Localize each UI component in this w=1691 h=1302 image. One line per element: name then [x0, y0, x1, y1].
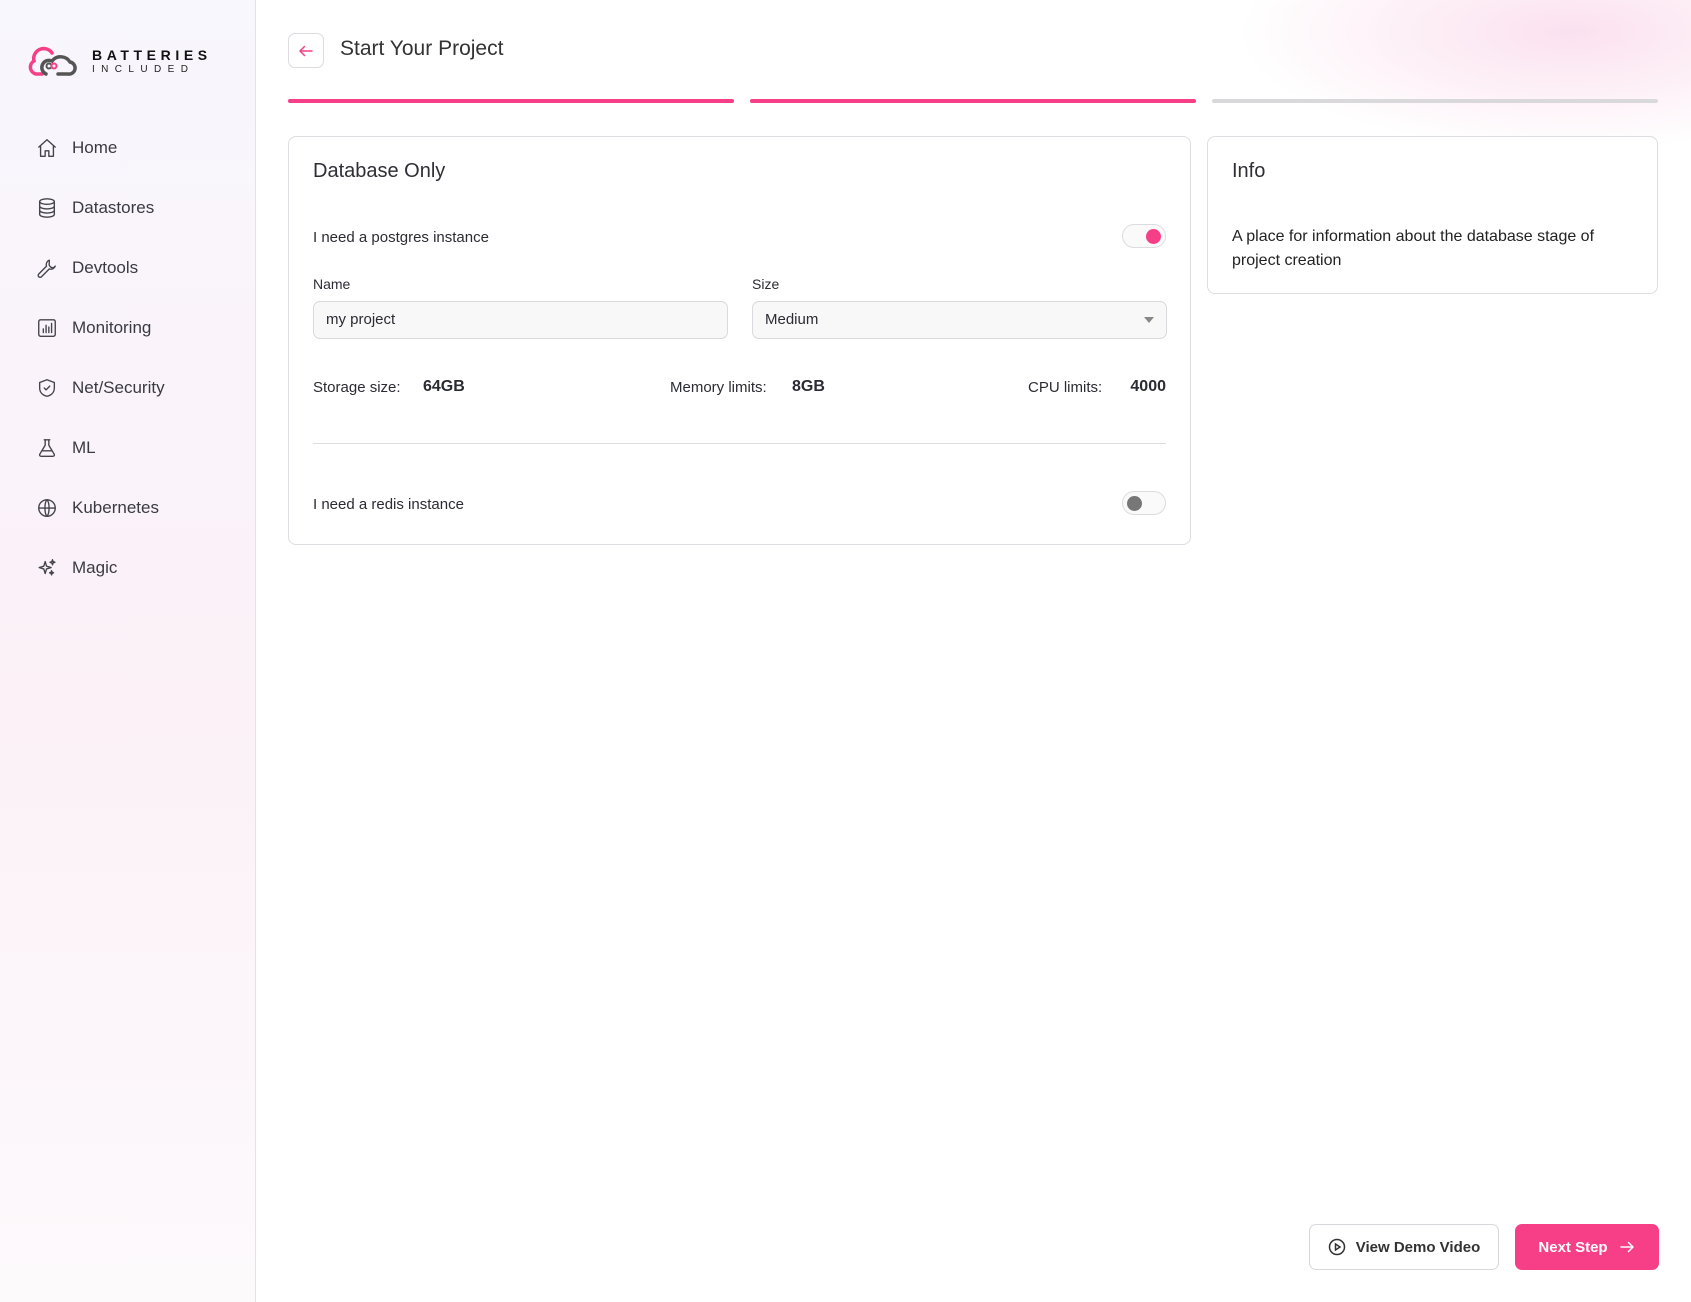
sidebar-item-label: Monitoring	[72, 318, 152, 337]
progress-step-1	[288, 99, 734, 103]
sidebar-item-label: Magic	[72, 558, 118, 577]
sidebar-item-magic[interactable]: Magic	[36, 538, 165, 598]
storage-label: Storage size:	[313, 379, 401, 396]
sidebar-item-devtools[interactable]: Devtools	[36, 238, 165, 298]
wrench-icon	[37, 259, 56, 278]
progress-step-2	[750, 99, 1196, 103]
arrow-left-icon	[298, 45, 313, 56]
sidebar-item-net-security[interactable]: Net/Security	[36, 358, 165, 418]
sidebar-nav: Home Datastores Devtools Monitoring Net/…	[36, 118, 165, 598]
progress-step-3	[1212, 99, 1658, 103]
sidebar-item-datastores[interactable]: Datastores	[36, 178, 165, 238]
home-icon	[38, 139, 56, 157]
postgres-toggle[interactable]	[1122, 224, 1166, 248]
page-title: Start Your Project	[340, 37, 504, 60]
storage-value: 64GB	[423, 378, 465, 395]
sidebar-item-ml[interactable]: ML	[36, 418, 165, 478]
redis-toggle[interactable]	[1122, 491, 1166, 515]
back-button[interactable]	[288, 33, 324, 68]
memory-value: 8GB	[792, 378, 825, 395]
sidebar: BATTERIES INCLUDED Home Datastores Devto…	[0, 0, 256, 1302]
sidebar-item-kubernetes[interactable]: Kubernetes	[36, 478, 165, 538]
next-step-button[interactable]: Next Step	[1515, 1224, 1659, 1270]
size-label: Size	[752, 276, 780, 292]
cpu-value: 4000	[1130, 378, 1166, 395]
sidebar-item-label: Home	[72, 138, 118, 157]
sidebar-item-label: Kubernetes	[72, 498, 159, 517]
logo[interactable]: BATTERIES INCLUDED	[28, 44, 212, 78]
card-title: Database Only	[313, 160, 446, 182]
globe-icon	[38, 499, 56, 517]
next-step-label: Next Step	[1538, 1238, 1608, 1256]
size-select[interactable]: Medium	[752, 301, 1167, 339]
info-title: Info	[1232, 160, 1266, 182]
chart-icon	[38, 319, 56, 337]
database-card: Database Only I need a postgres instance…	[288, 136, 1191, 545]
sidebar-item-label: Net/Security	[72, 378, 165, 397]
sidebar-item-label: ML	[72, 438, 96, 457]
info-text: A place for information about the databa…	[1232, 228, 1595, 269]
cpu-label: CPU limits:	[1028, 379, 1103, 396]
cloud-logo-icon	[28, 46, 77, 76]
divider	[313, 443, 1166, 444]
brand-line1: BATTERIES	[92, 47, 212, 63]
database-icon	[38, 198, 56, 218]
shield-icon	[38, 379, 56, 397]
sidebar-item-home[interactable]: Home	[36, 118, 165, 178]
sidebar-item-label: Devtools	[72, 258, 139, 277]
view-demo-video-button[interactable]: View Demo Video	[1309, 1224, 1499, 1270]
arrow-right-icon	[1619, 1241, 1634, 1253]
sidebar-item-label: Datastores	[72, 198, 155, 217]
info-card: Info A place for information about the d…	[1207, 136, 1658, 294]
flask-icon	[38, 439, 56, 457]
sparkles-icon	[38, 559, 56, 576]
play-circle-icon	[1328, 1238, 1345, 1256]
view-demo-video-label: View Demo Video	[1355, 1238, 1481, 1256]
sidebar-item-monitoring[interactable]: Monitoring	[36, 298, 165, 358]
size-select-value: Medium	[765, 311, 819, 328]
memory-label: Memory limits:	[670, 379, 767, 396]
redis-label: I need a redis instance	[313, 496, 464, 513]
chevron-down-icon	[1144, 317, 1154, 323]
brand-line2: INCLUDED	[92, 64, 195, 75]
name-label: Name	[313, 276, 351, 292]
postgres-label: I need a postgres instance	[313, 229, 489, 246]
name-input[interactable]: my project	[313, 301, 728, 339]
